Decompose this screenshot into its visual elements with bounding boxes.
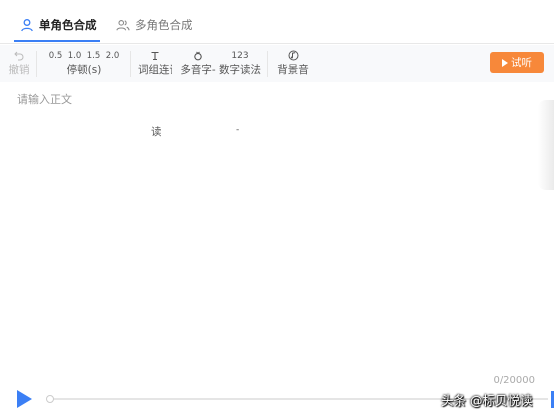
polyphone-button[interactable]: 多音字- <box>176 45 220 82</box>
toolbar-divider <box>36 51 37 77</box>
word-group-label-overflow: 读 <box>151 126 162 138</box>
number-read-top: 123 <box>231 50 249 61</box>
bgm-button[interactable]: 背景音 <box>274 45 312 82</box>
play-icon <box>502 58 508 67</box>
watermark: 头条 @标贝悦读 <box>441 393 533 408</box>
pause-values: 0.5 1.0 1.5 2.0 <box>46 48 122 63</box>
pause-option[interactable]: 0.5 <box>46 51 65 61</box>
tab-bar: 单角色合成 多角色合成 <box>0 0 554 44</box>
toolbar-divider <box>267 51 268 77</box>
try-listen-label: 试听 <box>511 57 532 69</box>
tab-single-role-label: 单角色合成 <box>39 18 97 32</box>
bgm-label: 背景音 <box>277 64 309 76</box>
tab-multi-role[interactable]: 多角色合成 <box>116 14 193 36</box>
play-icon[interactable] <box>17 390 32 408</box>
tab-single-role[interactable]: 单角色合成 <box>20 14 97 36</box>
undo-button[interactable]: 撤销 <box>6 45 32 82</box>
pause-option[interactable]: 1.5 <box>84 51 103 61</box>
number-read-label: 数字读法 <box>219 64 261 76</box>
side-panel-shadow <box>538 100 554 190</box>
user-icon <box>20 18 34 32</box>
text-cursor-icon <box>150 48 160 63</box>
polyphone-icon <box>193 48 203 63</box>
word-group-label: 词组连读 <box>138 64 172 76</box>
progress-knob[interactable] <box>46 395 54 403</box>
pause-option[interactable]: 1.0 <box>65 51 84 61</box>
undo-icon <box>14 48 24 63</box>
pause-control: 0.5 1.0 1.5 2.0 停顿(s) <box>46 45 122 82</box>
text-input[interactable]: 请输入正文 <box>17 91 72 107</box>
pause-option[interactable]: 2.0 <box>103 51 122 61</box>
pause-label: 停顿(s) <box>66 64 102 76</box>
char-counter: 0/20000 <box>493 375 535 386</box>
try-listen-button[interactable]: 试听 <box>490 52 544 73</box>
polyphone-label: 多音字- <box>180 64 216 76</box>
music-icon <box>288 48 299 63</box>
tab-multi-role-label: 多角色合成 <box>135 18 193 32</box>
word-group-button[interactable]: 词组连读 <box>138 45 172 82</box>
number-read-button[interactable]: 123 数字读法 <box>218 45 262 82</box>
toolbar: 撤销 0.5 1.0 1.5 2.0 停顿(s) 词组连读 读 多音字- 123… <box>0 45 554 138</box>
active-tab-indicator <box>14 40 100 42</box>
undo-label: 撤销 <box>8 64 30 76</box>
toolbar-divider <box>130 51 131 77</box>
number-read-suffix: - <box>236 125 240 135</box>
users-icon <box>116 18 130 32</box>
